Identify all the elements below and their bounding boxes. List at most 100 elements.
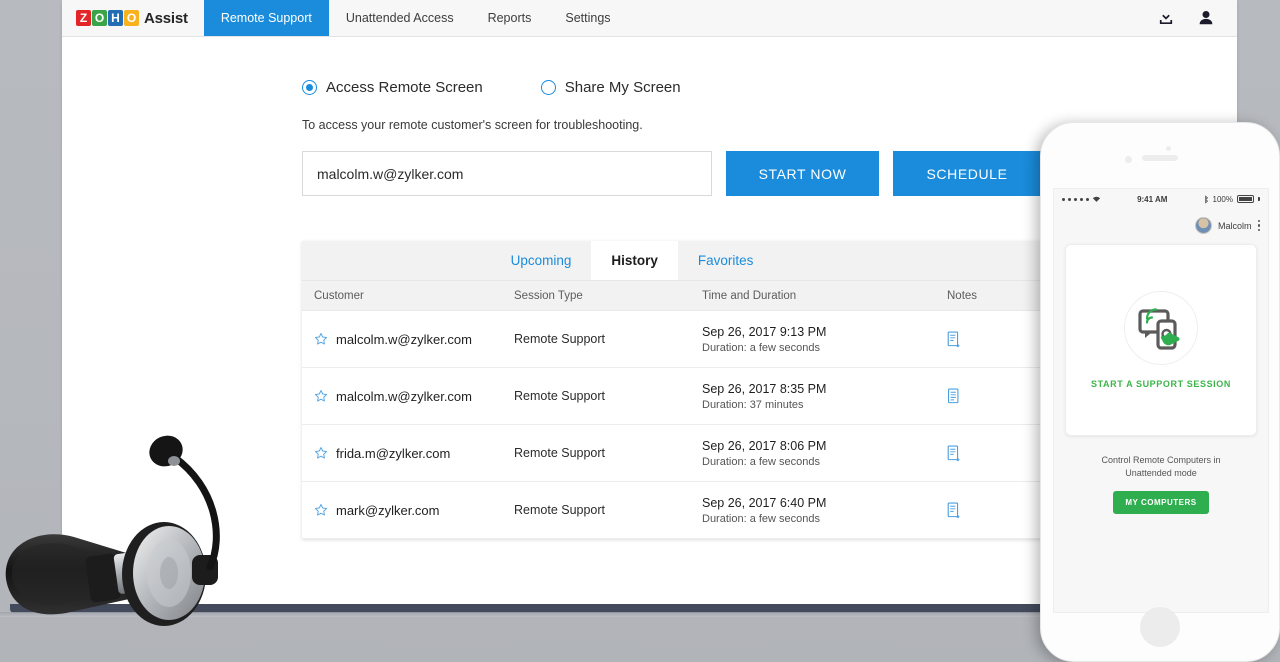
topbar-icon-group [1157,0,1237,36]
customer-email-input[interactable] [302,151,712,196]
start-now-button[interactable]: START NOW [726,151,879,196]
session-duration: Duration: 37 minutes [702,398,804,411]
app-topbar: Z O H O Assist Remote Support Unattended… [62,0,1237,37]
favorite-star-icon[interactable] [314,446,328,460]
cell-notes [935,501,1055,519]
radio-label-access-remote-screen: Access Remote Screen [326,79,483,96]
unattended-line-1: Control Remote Computers in [1101,455,1221,465]
phone-speaker [1142,155,1178,161]
battery-percent: 100% [1212,194,1233,204]
cell-customer: mark@zylker.com [302,503,502,518]
logo-letter-h: H [108,10,123,26]
battery-icon [1236,195,1254,203]
brand-name: Assist [144,9,188,27]
sessions-tabs: Upcoming History Favorites [302,241,1162,281]
column-header-time-duration: Time and Duration [702,289,797,302]
table-header-row: Customer Session Type Time and Duration … [302,281,1162,311]
phone-status-right: 100% [1204,195,1260,204]
phone-home-button[interactable] [1140,607,1180,647]
note-add-icon[interactable] [947,444,1055,462]
schedule-button[interactable]: SCHEDULE [893,151,1041,196]
unattended-line-2: Unattended mode [1125,468,1197,479]
tab-history[interactable]: History [591,241,678,280]
download-icon[interactable] [1157,9,1175,27]
customer-email: mark@zylker.com [336,502,440,518]
customer-email: malcolm.w@zylker.com [336,388,472,404]
battery-tip [1257,197,1260,201]
zoho-logo-blocks: Z O H O [76,10,139,26]
session-mode-radio-group: Access Remote Screen Share My Screen [302,79,1237,96]
phone-status-bar: 9:41 AM 100% [1054,189,1268,209]
cell-session-type: Remote Support [514,332,606,346]
cell-customer: malcolm.w@zylker.com [302,332,502,347]
session-time: Sep 26, 2017 8:06 PM [702,438,827,453]
session-time: Sep 26, 2017 9:13 PM [702,324,827,339]
phone-screen: 9:41 AM 100% Malcolm START A SUPPORT SES… [1053,188,1269,613]
cell-notes [935,387,1055,405]
column-header-notes: Notes [947,289,978,302]
sessions-table-card: Upcoming History Favorites Customer Sess… [302,241,1162,539]
session-duration: Duration: a few seconds [702,512,821,525]
logo-letter-o2: O [124,10,139,26]
more-options-icon[interactable] [1257,219,1260,232]
phone-mockup: 9:41 AM 100% Malcolm START A SUPPORT SES… [1040,122,1280,662]
cell-customer: malcolm.w@zylker.com [302,389,502,404]
logo-letter-z: Z [76,10,91,26]
note-add-icon[interactable] [947,501,1055,519]
start-support-session-label: START A SUPPORT SESSION [1091,379,1231,389]
radio-share-my-screen[interactable]: Share My Screen [540,79,681,96]
session-time: Sep 26, 2017 8:35 PM [702,381,827,396]
cell-session-type: Remote Support [514,389,606,403]
note-icon[interactable] [947,387,1055,405]
radio-button-selected-icon [302,80,317,95]
nav-tab-reports[interactable]: Reports [471,0,549,36]
zoho-assist-logo[interactable]: Z O H O Assist [62,0,204,36]
logo-letter-o1: O [92,10,107,26]
avatar [1194,217,1212,234]
cell-customer: frida.m@zylker.com [302,446,502,461]
phone-username: Malcolm [1217,220,1252,231]
cell-time-duration: Sep 26, 2017 8:35 PM Duration: 37 minute… [690,382,935,411]
tab-upcoming[interactable]: Upcoming [491,241,592,280]
radio-access-remote-screen[interactable]: Access Remote Screen [302,79,483,96]
column-header-session-type: Session Type [514,289,583,302]
column-header-customer: Customer [314,289,364,302]
note-add-icon[interactable] [947,330,1055,348]
cell-session-type: Remote Support [514,503,606,517]
customer-email: malcolm.w@zylker.com [336,331,472,347]
table-row[interactable]: frida.m@zylker.com Remote Support Sep 26… [302,425,1162,482]
table-row[interactable]: malcolm.w@zylker.com Remote Support Sep … [302,311,1162,368]
my-computers-button[interactable]: MY COMPUTERS [1113,491,1209,515]
bluetooth-icon [1204,194,1208,204]
nav-tab-unattended-access[interactable]: Unattended Access [329,0,471,36]
cell-session-type: Remote Support [514,446,606,460]
radio-button-icon [540,80,556,95]
session-duration: Duration: a few seconds [702,455,821,468]
nav-tab-remote-support[interactable]: Remote Support [203,0,329,36]
cell-time-duration: Sep 26, 2017 8:06 PM Duration: a few sec… [690,439,935,468]
phone-camera [1125,156,1132,163]
radio-label-share-my-screen: Share My Screen [564,79,681,96]
cell-time-duration: Sep 26, 2017 9:13 PM Duration: a few sec… [690,325,935,354]
session-time: Sep 26, 2017 6:40 PM [702,495,827,510]
tab-favorites[interactable]: Favorites [678,241,774,280]
favorite-star-icon[interactable] [314,389,328,403]
nav-tab-settings[interactable]: Settings [548,0,627,36]
table-row[interactable]: mark@zylker.com Remote Support Sep 26, 2… [302,482,1162,539]
remote-devices-icon [1124,291,1198,365]
table-row[interactable]: malcolm.w@zylker.com Remote Support Sep … [302,368,1162,425]
user-icon[interactable] [1197,9,1215,27]
session-duration: Duration: a few seconds [702,341,821,354]
signal-indicator [1062,195,1101,203]
phone-clock: 9:41 AM [1137,194,1168,204]
cell-notes [935,330,1055,348]
cell-notes [935,444,1055,462]
phone-user-row[interactable]: Malcolm [1054,209,1268,234]
favorite-star-icon[interactable] [314,332,328,346]
unattended-mode-text: Control Remote Computers in Unattended m… [1054,454,1268,480]
wifi-icon [1092,196,1101,202]
cell-time-duration: Sep 26, 2017 6:40 PM Duration: a few sec… [690,496,935,525]
customer-email: frida.m@zylker.com [336,445,451,461]
start-support-session-card[interactable]: START A SUPPORT SESSION [1065,244,1257,436]
favorite-star-icon[interactable] [314,503,328,517]
